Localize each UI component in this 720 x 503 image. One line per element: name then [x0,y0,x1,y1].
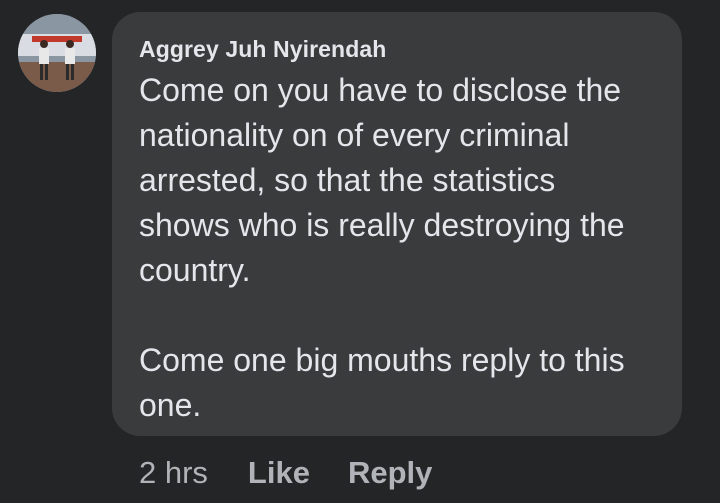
comment-bubble: Aggrey Juh Nyirendah Come on you have to… [112,12,682,436]
comment-line: country. [139,252,251,288]
comment-line: Come on you have to disclose the [139,72,622,108]
comment-paragraph: Come one big mouths reply to this one. [139,338,662,428]
comment-timestamp[interactable]: 2 hrs [139,455,208,491]
comment-line: arrested, so that the statistics [139,162,556,198]
comment-actions: 2 hrs Like Reply [139,451,432,495]
comment-line: Come one big mouths reply to this [139,342,625,378]
comment-line: shows who is really destroying the [139,207,625,243]
avatar-photo [18,14,96,92]
reply-button[interactable]: Reply [348,455,432,491]
avatar[interactable] [18,14,96,92]
comment-line: nationality on of every criminal [139,117,570,153]
comment-paragraph: Come on you have to disclose the nationa… [139,68,662,293]
like-button[interactable]: Like [248,455,310,491]
comment-author[interactable]: Aggrey Juh Nyirendah [139,34,662,64]
comment-line: one. [139,387,202,423]
comment-text: Come on you have to disclose the nationa… [139,68,662,428]
